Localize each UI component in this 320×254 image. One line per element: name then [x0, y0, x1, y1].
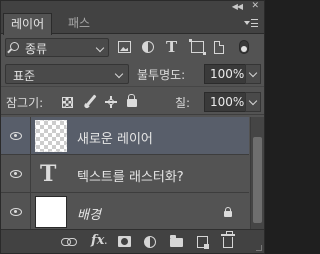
- opacity-label: 불투명도:: [137, 68, 186, 82]
- new-adjustment-layer-icon[interactable]: [144, 236, 156, 248]
- layer-name[interactable]: 배경: [77, 204, 101, 223]
- blend-mode-select[interactable]: 표준: [5, 64, 129, 84]
- delete-layer-trash-icon[interactable]: [221, 231, 235, 248]
- divider: [30, 193, 31, 231]
- search-icon: [10, 42, 19, 51]
- eye-icon[interactable]: [10, 170, 22, 178]
- lock-transparency-icon[interactable]: [62, 97, 73, 108]
- divider: [30, 155, 31, 193]
- divider: [30, 117, 31, 155]
- lock-row: 잠그기: 칠: 100%: [1, 89, 264, 115]
- chevron-down-icon: [114, 69, 124, 79]
- filter-kind-select[interactable]: 종류: [5, 38, 109, 57]
- collapse-icon[interactable]: ◀◀: [232, 2, 243, 11]
- layer-name[interactable]: 텍스트를 래스터화?: [77, 166, 184, 185]
- fill-value: 100%: [210, 95, 245, 109]
- lock-position-move-icon[interactable]: [104, 95, 118, 109]
- white-thumbnail: [35, 196, 67, 228]
- chevron-down-icon: [95, 43, 105, 53]
- adjustment-filter-icon[interactable]: [142, 41, 154, 53]
- lock-icon: [224, 207, 232, 217]
- close-icon[interactable]: ✕: [251, 1, 259, 11]
- opacity-value: 100%: [210, 67, 245, 81]
- lock-pixels-brush-icon[interactable]: [84, 95, 98, 109]
- new-layer-icon[interactable]: [197, 236, 209, 249]
- tab-layers[interactable]: 레이어: [3, 13, 53, 35]
- fill-input[interactable]: 100%: [204, 92, 246, 112]
- opacity-dropdown-button[interactable]: [245, 64, 261, 84]
- layer-row-new-layer[interactable]: 새로운 레이어: [1, 117, 249, 155]
- tab-bar: 레이어 패스: [1, 13, 264, 35]
- layer-style-fx-icon[interactable]: fx.: [91, 233, 107, 248]
- layer-name[interactable]: 새로운 레이어: [77, 128, 153, 147]
- scrollbar-thumb[interactable]: [253, 137, 262, 223]
- opacity-input[interactable]: 100%: [204, 64, 246, 84]
- lock-label: 잠그기:: [6, 96, 44, 110]
- panel-menu-button[interactable]: [244, 17, 258, 29]
- filter-kind-label: 종류: [25, 42, 48, 56]
- layer-list-scrollbar[interactable]: [250, 117, 264, 229]
- fill-label: 칠:: [175, 96, 191, 110]
- eye-icon[interactable]: [10, 132, 22, 140]
- pixel-filter-icon[interactable]: [118, 41, 131, 53]
- filter-toggle-switch[interactable]: [239, 40, 249, 54]
- blend-row: 표준 불투명도: 100%: [1, 61, 264, 87]
- blend-mode-value: 표준: [13, 69, 36, 83]
- link-layers-icon[interactable]: [61, 236, 77, 248]
- tab-paths[interactable]: 패스: [61, 13, 97, 34]
- bottom-toolbar: fx.: [1, 229, 264, 253]
- text-layer-icon: T: [40, 161, 57, 187]
- menu-lines-icon: [251, 19, 258, 27]
- layer-list: 새로운 레이어 T 텍스트를 래스터화? 배경: [1, 117, 249, 231]
- panel-title-strip: ◀◀ ✕: [1, 1, 264, 13]
- layer-row-background[interactable]: 배경: [1, 193, 249, 231]
- smart-object-filter-icon[interactable]: [214, 41, 224, 54]
- transparent-thumbnail: [35, 120, 67, 152]
- add-mask-icon[interactable]: [118, 236, 131, 247]
- filter-row: 종류 T: [1, 35, 264, 59]
- eye-icon[interactable]: [10, 208, 22, 216]
- dropdown-arrow-icon: [244, 21, 250, 25]
- new-group-folder-icon[interactable]: [170, 235, 183, 247]
- layer-row-text[interactable]: T 텍스트를 래스터화?: [1, 155, 249, 193]
- lock-all-icon[interactable]: [127, 94, 137, 107]
- layers-panel: ◀◀ ✕ 레이어 패스 종류 T 표준 불투명도: 100% 잠그기: 칠: 1…: [0, 0, 265, 254]
- fill-dropdown-button[interactable]: [245, 92, 261, 112]
- type-filter-icon[interactable]: T: [166, 38, 180, 56]
- resize-grip-icon[interactable]: [256, 245, 262, 251]
- shape-filter-icon[interactable]: [189, 39, 206, 55]
